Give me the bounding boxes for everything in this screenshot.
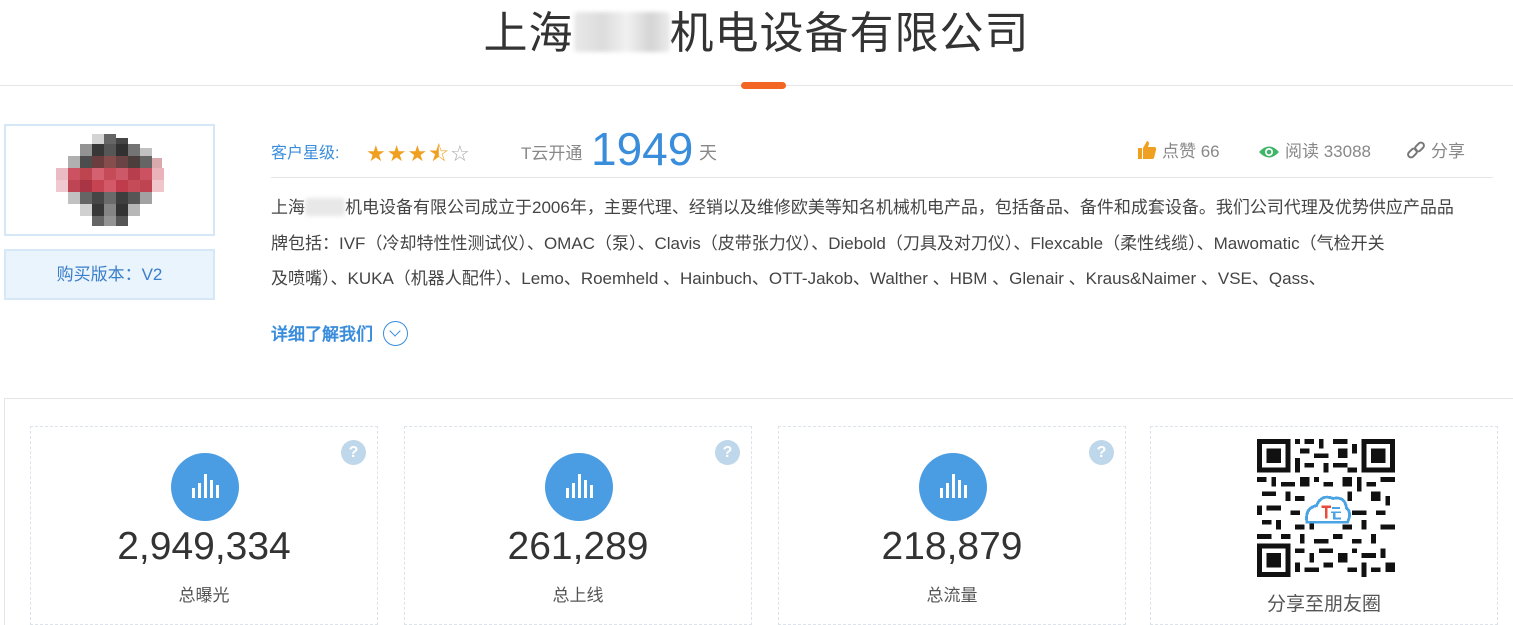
desc-line-3: 及喷嘴）、KUKA（机器人配件）、Lemo、Roemheld 、Hainbuch… bbox=[271, 269, 1326, 288]
stat-label: 总上线 bbox=[552, 586, 604, 605]
star-full-icon: ★ bbox=[407, 141, 429, 166]
star-rating: ★★★⯪☆ bbox=[366, 137, 471, 175]
company-header: 上海 机电设备有限公司 bbox=[0, 0, 1513, 86]
tyun-open-label: T云开通 bbox=[521, 144, 583, 163]
desc-prefix: 上海 bbox=[271, 198, 305, 217]
help-icon[interactable]: ? bbox=[341, 440, 366, 465]
star-rating-label: 客户星级: bbox=[271, 145, 340, 162]
help-icon[interactable]: ? bbox=[1089, 440, 1114, 465]
help-icon[interactable]: ? bbox=[715, 440, 740, 465]
redacted-text bbox=[305, 198, 345, 216]
desc-line-1: 上海 机电设备有限公司成立于2006年，主要代理、经销以及维修欧美等知名机械机电产… bbox=[271, 190, 1493, 226]
company-logo bbox=[56, 134, 164, 226]
stat-card-online: ? 261,289 总上线 bbox=[404, 426, 752, 625]
stat-value: 2,949,334 bbox=[117, 525, 291, 568]
company-description: 上海 机电设备有限公司成立于2006年，主要代理、经销以及维修欧美等知名机械机电产… bbox=[271, 190, 1493, 297]
title-suffix: 机电设备有限公司 bbox=[669, 9, 1030, 58]
link-icon bbox=[1407, 141, 1425, 159]
star-empty-icon: ☆ bbox=[450, 141, 471, 166]
stat-card-traffic: ? 218,879 总流量 bbox=[778, 426, 1126, 625]
bar-chart-icon bbox=[919, 453, 987, 521]
stat-value: 261,289 bbox=[507, 525, 649, 568]
stat-value: 218,879 bbox=[881, 525, 1023, 568]
stat-label: 总曝光 bbox=[178, 586, 230, 605]
desc-line-2: 牌包括：IVF（冷却特性性测试仪）、OMAC（泵）、Clavis（皮带张力仪）、… bbox=[271, 233, 1385, 253]
thumbs-up-icon bbox=[1138, 141, 1157, 159]
stat-label: 总流量 bbox=[926, 586, 978, 605]
redacted-text bbox=[573, 12, 670, 52]
share-label: 分享 bbox=[1431, 142, 1465, 161]
read-count: 阅读 33088 bbox=[1285, 142, 1371, 161]
learn-more-link[interactable]: 详细了解我们 bbox=[271, 320, 373, 345]
company-info-row: 客户星级: ★★★⯪☆ T云开通 1949 天 点赞 66 阅读 33088 分… bbox=[271, 123, 1493, 178]
company-title: 上海 机电设备有限公司 bbox=[0, 6, 1513, 62]
qr-code[interactable] bbox=[1257, 439, 1395, 577]
star-half-icon: ⯪ bbox=[428, 141, 451, 166]
share-button[interactable]: 分享 bbox=[1406, 137, 1465, 162]
stat-card-exposure: ? 2,949,334 总曝光 bbox=[30, 426, 378, 625]
eye-icon bbox=[1259, 146, 1279, 158]
qr-share-label: 分享至朋友圈 bbox=[1266, 594, 1381, 615]
like-count: 点赞 66 bbox=[1162, 142, 1220, 161]
open-days-count: 1949 bbox=[591, 123, 694, 175]
version-badge: 购买版本：V2 bbox=[4, 249, 215, 300]
star-full-icon: ★ bbox=[366, 141, 387, 166]
open-days-unit: 天 bbox=[699, 143, 717, 163]
read-counter: 阅读 33088 bbox=[1258, 137, 1371, 162]
like-button[interactable]: 点赞 66 bbox=[1137, 137, 1220, 162]
chevron-down-icon[interactable] bbox=[383, 321, 408, 346]
bar-chart-icon bbox=[171, 453, 239, 521]
title-prefix: 上海 bbox=[483, 9, 574, 58]
qr-share-card: 分享至朋友圈 bbox=[1150, 426, 1498, 625]
title-underline bbox=[741, 82, 786, 89]
desc-line-1-text: 机电设备有限公司成立于2006年，主要代理、经销以及维修欧美等知名机械机电产品，… bbox=[345, 198, 1454, 217]
star-full-icon: ★ bbox=[386, 141, 408, 166]
bar-chart-icon bbox=[545, 453, 613, 521]
company-logo-box bbox=[4, 124, 215, 236]
